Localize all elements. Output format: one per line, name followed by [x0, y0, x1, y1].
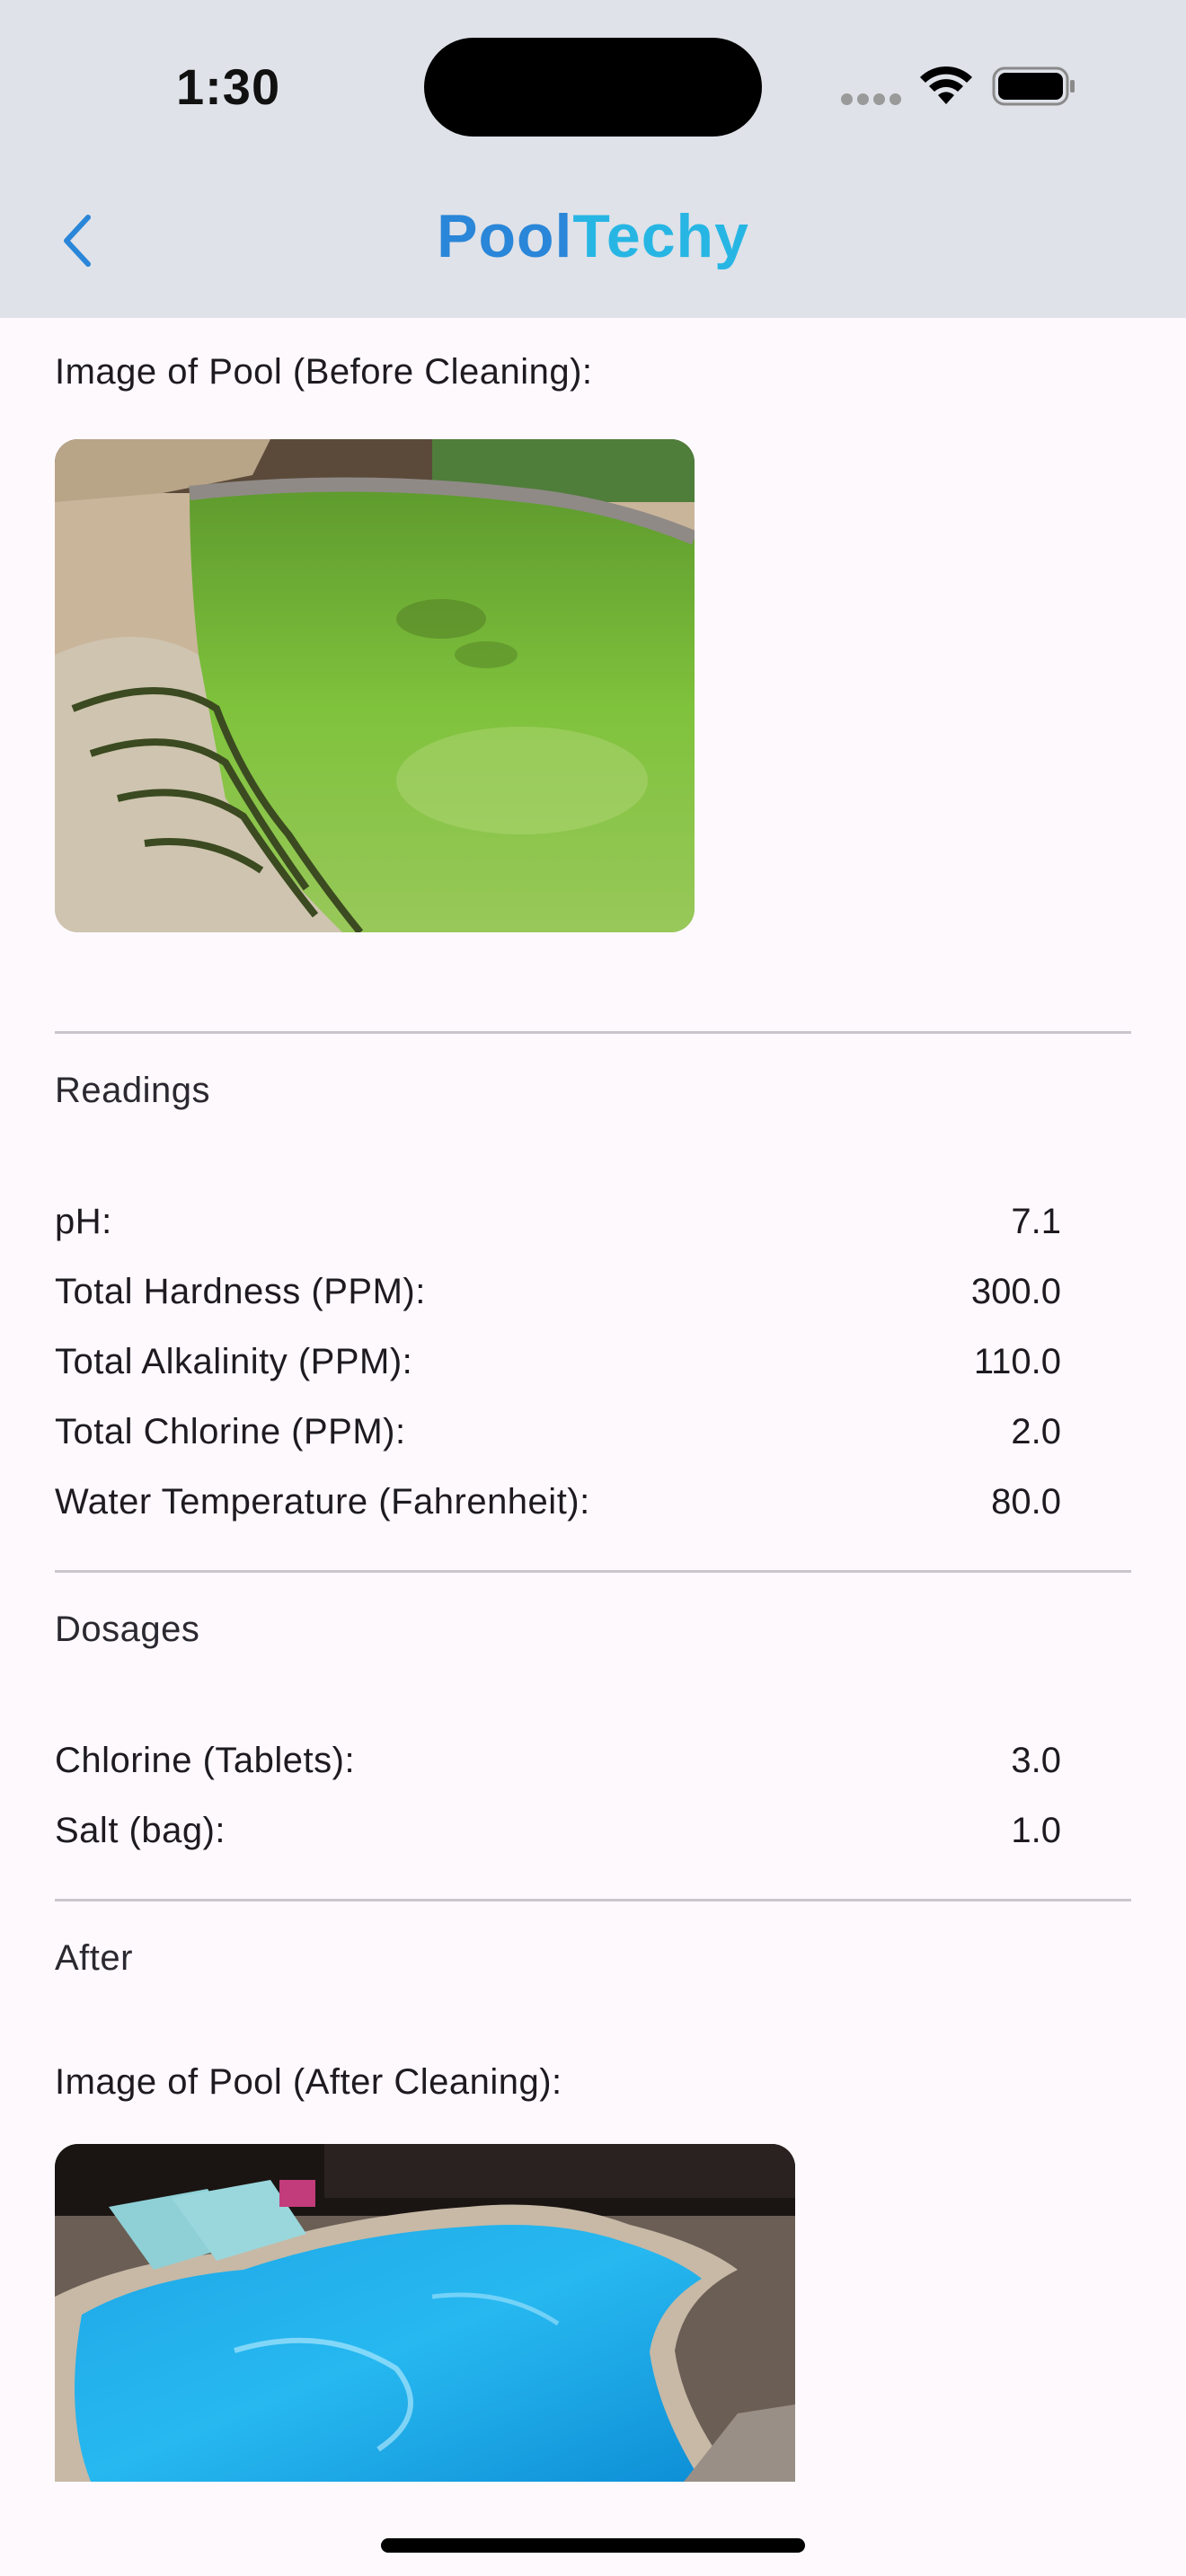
before-pool-image [55, 439, 695, 932]
dosage-label: Salt (bag): [55, 1811, 226, 1850]
battery-icon [992, 66, 1075, 106]
before-image-label: Image of Pool (Before Cleaning): [55, 352, 593, 392]
reading-value: 7.1 [1011, 1202, 1061, 1241]
after-image-label: Image of Pool (After Cleaning): [55, 2062, 562, 2102]
dosage-row-salt: Salt (bag): 1.0 [55, 1811, 1061, 1865]
dosage-label: Chlorine (Tablets): [55, 1741, 356, 1780]
reading-label: pH: [55, 1202, 112, 1241]
after-title: After [55, 1938, 133, 1978]
divider-3 [55, 1899, 1131, 1901]
reading-value: 300.0 [970, 1272, 1061, 1311]
reading-row-hardness: Total Hardness (PPM): 300.0 [55, 1272, 1061, 1326]
readings-title: Readings [55, 1071, 211, 1110]
reading-row-alkalinity: Total Alkalinity (PPM): 110.0 [55, 1342, 1061, 1396]
home-indicator [381, 2538, 805, 2553]
app-title-part2: Techy [572, 202, 749, 270]
wifi-icon [920, 66, 972, 104]
dynamic-island [424, 38, 762, 137]
cellular-signal-icon [841, 93, 902, 106]
dosage-row-chlorine: Chlorine (Tablets): 3.0 [55, 1741, 1061, 1795]
reading-row-chlorine: Total Chlorine (PPM): 2.0 [55, 1412, 1061, 1466]
dosage-value: 1.0 [1011, 1811, 1061, 1850]
app-title-part1: Pool [437, 202, 573, 270]
reading-row-ph: pH: 7.1 [55, 1202, 1061, 1256]
reading-value: 80.0 [991, 1482, 1061, 1522]
dosage-value: 3.0 [1011, 1741, 1061, 1780]
divider-2 [55, 1570, 1131, 1573]
divider-1 [55, 1031, 1131, 1034]
reading-label: Total Chlorine (PPM): [55, 1412, 406, 1451]
reading-row-temperature: Water Temperature (Fahrenheit): 80.0 [55, 1482, 1061, 1536]
dosages-title: Dosages [55, 1610, 200, 1649]
reading-label: Total Alkalinity (PPM): [55, 1342, 413, 1381]
status-time: 1:30 [176, 58, 281, 115]
after-pool-image [55, 2144, 795, 2482]
reading-label: Total Hardness (PPM): [55, 1272, 426, 1311]
reading-label: Water Temperature (Fahrenheit): [55, 1482, 590, 1522]
app-header: 1:30 PoolTechy [0, 0, 1186, 318]
reading-value: 110.0 [973, 1342, 1061, 1381]
app-title: PoolTechy [0, 201, 1186, 271]
reading-value: 2.0 [1011, 1412, 1061, 1451]
pool-report-screen: 1:30 PoolTechy Image of Pool (Before Cle… [0, 0, 1186, 2576]
